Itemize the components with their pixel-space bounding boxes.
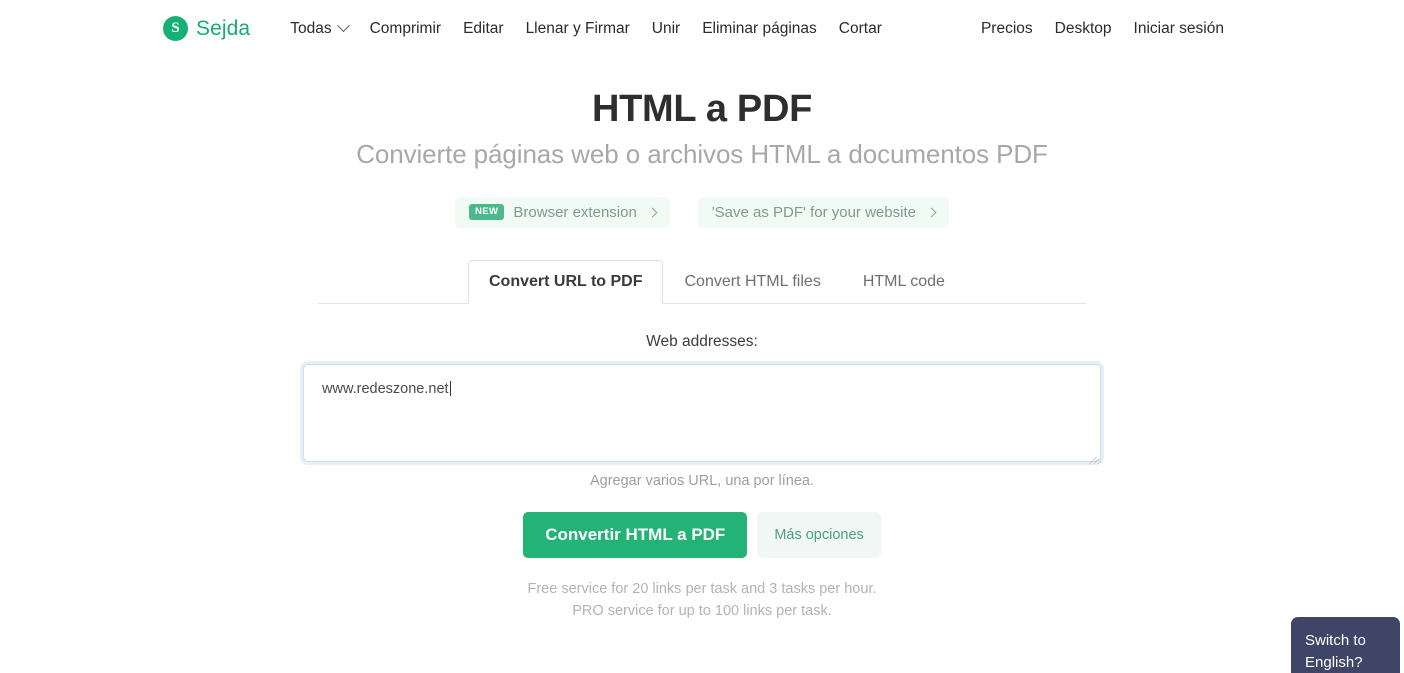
tab-convert-html-files[interactable]: Convert HTML files bbox=[663, 260, 841, 304]
service-limits-note: Free service for 20 links per task and 3… bbox=[0, 578, 1404, 622]
multiple-urls-hint: Agregar varios URL, una por línea. bbox=[589, 472, 815, 489]
nav-item-cortar[interactable]: Cortar bbox=[839, 20, 882, 38]
nav-item-label: Todas bbox=[290, 19, 332, 37]
brand-logo[interactable]: S Sejda bbox=[163, 16, 250, 41]
more-options-button[interactable]: Más opciones bbox=[757, 511, 881, 558]
page-subtitle: Convierte páginas web o archivos HTML a … bbox=[356, 138, 1048, 169]
tab-list: Convert URL to PDF Convert HTML files HT… bbox=[318, 259, 1086, 304]
resize-handle-icon[interactable] bbox=[1085, 446, 1102, 465]
nav-item-iniciar-sesion[interactable]: Iniciar sesión bbox=[1134, 20, 1224, 38]
switch-language-prompt[interactable]: Switch to English? bbox=[1291, 617, 1400, 673]
web-addresses-label: Web addresses: bbox=[646, 332, 758, 350]
nav-item-desktop[interactable]: Desktop bbox=[1055, 20, 1112, 38]
free-service-line: Free service for 20 links per task and 3… bbox=[527, 580, 877, 597]
text-caret bbox=[449, 380, 451, 396]
primary-nav: Todas Comprimir Editar Llenar y Firmar U… bbox=[290, 19, 882, 38]
nav-item-unir[interactable]: Unir bbox=[652, 20, 680, 38]
nav-item-comprimir[interactable]: Comprimir bbox=[370, 20, 441, 38]
textarea-wrapper: www.redeszone.net bbox=[0, 363, 1404, 465]
promo-label: 'Save as PDF' for your website bbox=[711, 203, 916, 221]
secondary-nav: Precios Desktop Iniciar sesión bbox=[981, 20, 1224, 38]
nav-item-todas[interactable]: Todas bbox=[290, 19, 350, 38]
nav-item-precios[interactable]: Precios bbox=[981, 20, 1033, 38]
switch-language-line1: Switch to bbox=[1305, 632, 1366, 650]
sejda-logo-icon: S bbox=[163, 16, 188, 41]
promo-label: Browser extension bbox=[513, 203, 637, 221]
new-badge: NEW bbox=[469, 204, 505, 220]
site-header: S Sejda Todas Comprimir Editar Llenar y … bbox=[0, 0, 1404, 57]
tab-convert-url-to-pdf[interactable]: Convert URL to PDF bbox=[468, 259, 664, 304]
nav-item-eliminar-paginas[interactable]: Eliminar páginas bbox=[702, 20, 817, 38]
web-addresses-value: www.redeszone.net bbox=[322, 380, 449, 397]
promo-save-as-pdf[interactable]: 'Save as PDF' for your website bbox=[697, 196, 949, 228]
brand-name: Sejda bbox=[196, 16, 251, 40]
switch-language-line2: English? bbox=[1305, 653, 1363, 671]
tabs-container: Convert URL to PDF Convert HTML files HT… bbox=[0, 259, 1404, 304]
pro-service-line: PRO service for up to 100 links per task… bbox=[572, 602, 832, 619]
form-actions: Convertir HTML a PDF Más opciones bbox=[0, 511, 1404, 558]
tab-html-code[interactable]: HTML code bbox=[842, 260, 966, 304]
convert-html-to-pdf-button[interactable]: Convertir HTML a PDF bbox=[523, 511, 748, 558]
web-addresses-input[interactable]: www.redeszone.net bbox=[303, 363, 1102, 465]
page-title: HTML a PDF bbox=[591, 88, 813, 130]
promo-browser-extension[interactable]: NEW Browser extension bbox=[455, 196, 670, 228]
nav-item-editar[interactable]: Editar bbox=[463, 20, 504, 38]
chevron-right-icon bbox=[926, 207, 937, 218]
convert-form: Web addresses: www.redeszone.net Agregar… bbox=[0, 333, 1404, 622]
chevron-down-icon bbox=[336, 19, 350, 33]
chevron-right-icon bbox=[647, 207, 658, 218]
hero-section: HTML a PDF Convierte páginas web o archi… bbox=[0, 57, 1404, 170]
nav-item-llenar-y-firmar[interactable]: Llenar y Firmar bbox=[526, 20, 630, 38]
promo-links: NEW Browser extension 'Save as PDF' for … bbox=[0, 196, 1404, 228]
